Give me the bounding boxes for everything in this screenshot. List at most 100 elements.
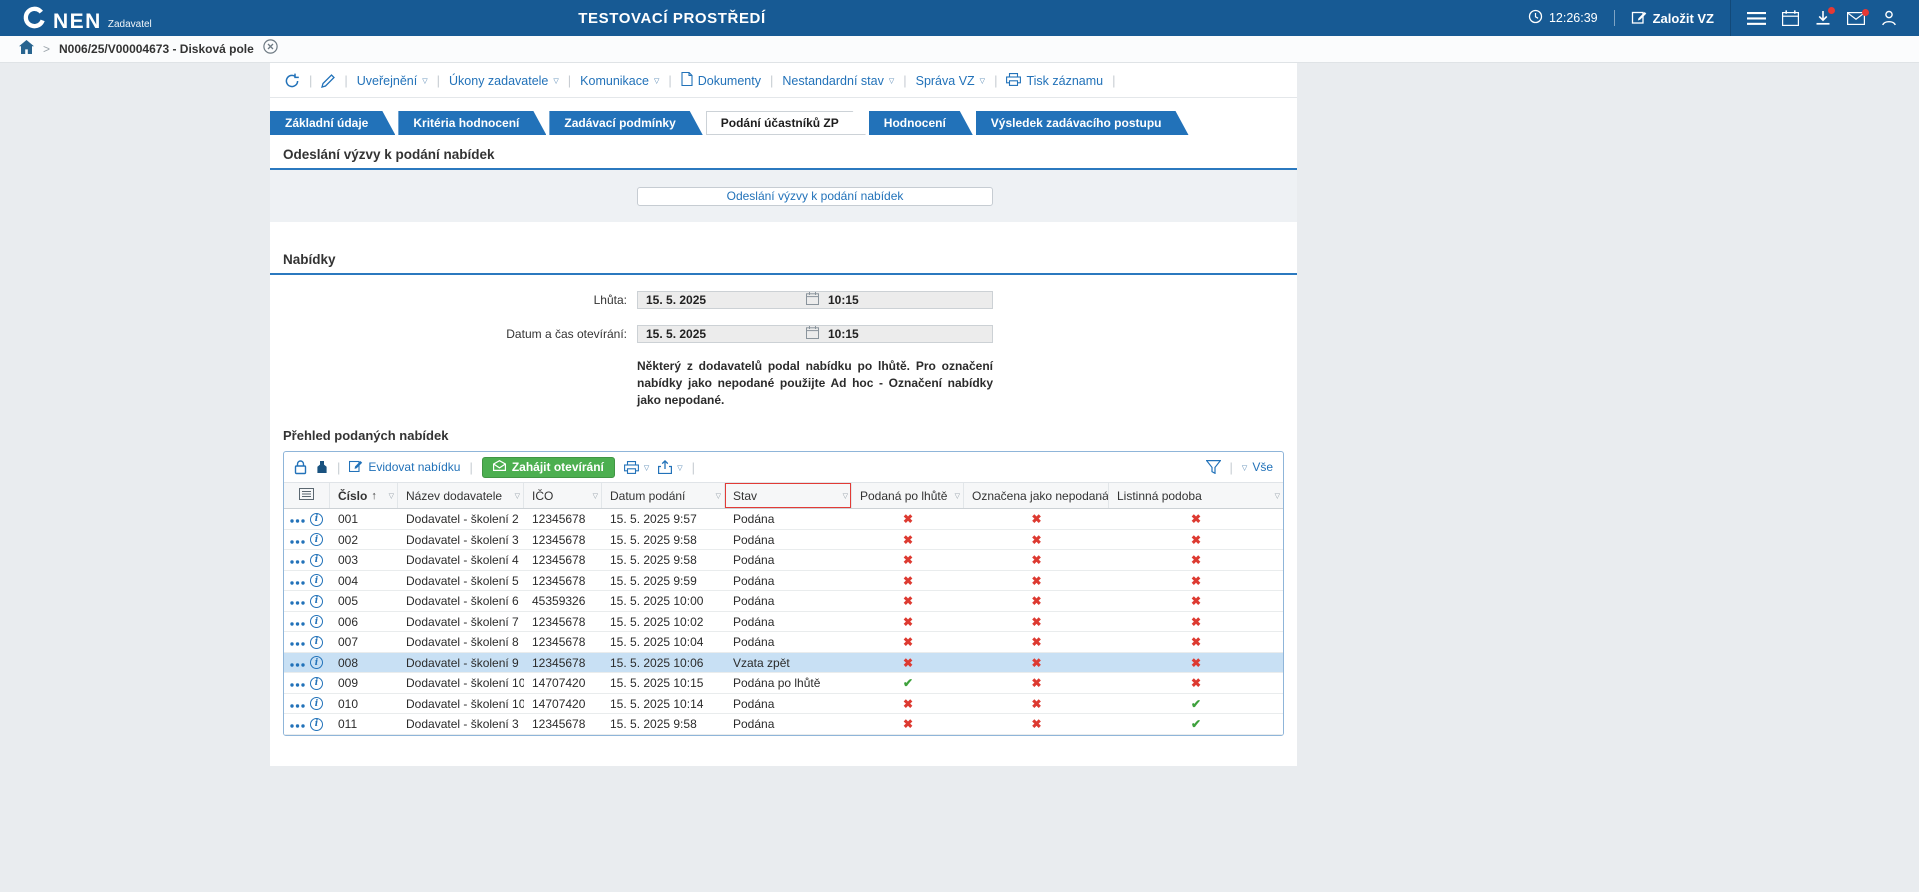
view-all-label: Vše — [1252, 460, 1273, 474]
info-icon[interactable]: i — [310, 656, 323, 669]
edit-record-button[interactable] — [321, 74, 335, 88]
filter-caret-icon[interactable]: ▽ — [716, 492, 721, 500]
tab-3[interactable]: Podání účastníků ZP — [706, 111, 866, 135]
calendar-button[interactable] — [1782, 10, 1799, 26]
info-icon[interactable]: i — [310, 615, 323, 628]
row-menu-icon[interactable] — [290, 697, 305, 711]
home-icon[interactable] — [19, 40, 34, 59]
view-all-button[interactable]: ▽Vše — [1242, 460, 1273, 474]
start-opening-button[interactable]: Zahájit otevírání — [482, 457, 615, 478]
info-icon[interactable]: i — [310, 718, 323, 731]
info-icon[interactable]: i — [310, 595, 323, 608]
separator: | — [337, 460, 340, 475]
calendar-small-icon[interactable] — [806, 292, 819, 308]
downloads-button[interactable] — [1815, 10, 1831, 26]
cell-paper-form: ✖ — [1109, 615, 1283, 629]
cell-number: 010 — [330, 697, 398, 711]
send-invitation-button[interactable]: Odeslání výzvy k podání nabídek — [637, 187, 993, 206]
info-icon[interactable]: i — [310, 533, 323, 546]
filter-caret-icon[interactable]: ▽ — [1100, 492, 1105, 500]
column-header-2[interactable]: IČO▽ — [524, 483, 602, 508]
filter-caret-icon[interactable]: ▽ — [843, 492, 848, 500]
row-menu-icon[interactable] — [290, 717, 305, 731]
ink-stamp-button[interactable] — [316, 460, 328, 474]
create-vz-button[interactable]: Založit VZ — [1631, 9, 1714, 28]
table-row[interactable]: i006Dodavatel - školení 71234567815. 5. … — [284, 612, 1283, 633]
print-table-button[interactable]: ▽ — [624, 461, 649, 474]
info-icon[interactable]: i — [310, 513, 323, 526]
table-row[interactable]: i010Dodavatel - školení 101470742015. 5.… — [284, 694, 1283, 715]
tab-1[interactable]: Kritéria hodnocení — [398, 111, 546, 135]
row-menu-icon[interactable] — [290, 574, 305, 588]
filter-caret-icon[interactable]: ▽ — [955, 492, 960, 500]
calendar-small-icon[interactable] — [806, 326, 819, 342]
column-header-3[interactable]: Datum podání▽ — [602, 483, 725, 508]
table-row[interactable]: i011Dodavatel - školení 31234567815. 5. … — [284, 714, 1283, 735]
row-menu-icon[interactable] — [290, 512, 305, 526]
lock-button[interactable] — [294, 460, 307, 475]
tab-0[interactable]: Základní údaje — [270, 111, 395, 135]
toolbar-item-3[interactable]: Dokumenty — [681, 72, 761, 89]
column-header-6[interactable]: Označena jako nepodaná▽ — [964, 483, 1109, 508]
opening-date-value[interactable]: 15. 5. 2025 — [638, 327, 806, 341]
deadline-time-value[interactable]: 10:15 — [819, 293, 859, 307]
column-header-4[interactable]: Stav ▽ — [725, 483, 852, 508]
deadline-date-value[interactable]: 15. 5. 2025 — [638, 293, 806, 307]
messages-button[interactable] — [1847, 12, 1865, 25]
tab-4[interactable]: Hodnocení — [869, 111, 973, 135]
filter-button[interactable] — [1206, 460, 1221, 474]
info-icon[interactable]: i — [310, 677, 323, 690]
opening-field[interactable]: 15. 5. 2025 10:15 — [637, 325, 993, 343]
row-menu-icon[interactable] — [290, 676, 305, 690]
breadcrumb-record[interactable]: N006/25/V00004673 - Disková pole — [59, 42, 254, 56]
cell-ico: 14707420 — [524, 697, 602, 711]
toolbar-item-0[interactable]: Uveřejnění▽ — [357, 74, 428, 88]
close-record-icon[interactable] — [263, 39, 278, 59]
table-row[interactable]: i003Dodavatel - školení 41234567815. 5. … — [284, 550, 1283, 571]
row-menu-icon[interactable] — [290, 635, 305, 649]
opening-time-value[interactable]: 10:15 — [819, 327, 859, 341]
table-row[interactable]: i007Dodavatel - školení 81234567815. 5. … — [284, 632, 1283, 653]
user-button[interactable] — [1881, 10, 1897, 26]
toolbar-item-1[interactable]: Úkony zadavatele▽ — [449, 74, 559, 88]
info-icon[interactable]: i — [310, 697, 323, 710]
table-row[interactable]: i005Dodavatel - školení 64535932615. 5. … — [284, 591, 1283, 612]
filter-caret-icon[interactable]: ▽ — [389, 492, 394, 500]
tab-5[interactable]: Výsledek zadávacího postupu — [976, 111, 1189, 135]
column-header-1[interactable]: Název dodavatele▽ — [398, 483, 524, 508]
register-bid-button[interactable]: Evidovat nabídku — [349, 459, 460, 475]
info-icon[interactable]: i — [310, 554, 323, 567]
filter-caret-icon[interactable]: ▽ — [1275, 492, 1280, 500]
row-menu-icon[interactable] — [290, 615, 305, 629]
tab-2[interactable]: Zadávací podmínky — [549, 111, 702, 135]
row-menu-icon[interactable] — [290, 656, 305, 670]
info-icon[interactable]: i — [310, 574, 323, 587]
filter-caret-icon[interactable]: ▽ — [593, 492, 598, 500]
toolbar-item-6[interactable]: Tisk záznamu — [1006, 73, 1103, 89]
filter-caret-icon[interactable]: ▽ — [515, 492, 520, 500]
deadline-field[interactable]: 15. 5. 2025 10:15 — [637, 291, 993, 309]
toolbar-item-4[interactable]: Nestandardní stav▽ — [782, 74, 894, 88]
column-header-5[interactable]: Podaná po lhůtě▽ — [852, 483, 964, 508]
table-row[interactable]: i004Dodavatel - školení 51234567815. 5. … — [284, 571, 1283, 592]
column-label: Stav — [733, 489, 757, 503]
table-row[interactable]: i008Dodavatel - školení 91234567815. 5. … — [284, 653, 1283, 674]
table-row[interactable]: i009Dodavatel - školení 101470742015. 5.… — [284, 673, 1283, 694]
separator: | — [994, 73, 997, 88]
table-row[interactable]: i002Dodavatel - školení 31234567815. 5. … — [284, 530, 1283, 551]
table-row[interactable]: i001Dodavatel - školení 21234567815. 5. … — [284, 509, 1283, 530]
row-menu-icon[interactable] — [290, 594, 305, 608]
nen-brand[interactable]: NEN Zadavatel — [0, 5, 152, 32]
toolbar-item-5[interactable]: Správa VZ▽ — [916, 74, 985, 88]
export-button[interactable]: ▽ — [658, 460, 682, 474]
column-header-7[interactable]: Listinná podoba▽ — [1109, 483, 1283, 508]
toolbar-item-2[interactable]: Komunikace▽ — [580, 74, 659, 88]
row-menu-icon[interactable] — [290, 533, 305, 547]
cell-supplier: Dodavatel - školení 10 — [398, 697, 524, 711]
row-menu-icon[interactable] — [290, 553, 305, 567]
menu-button[interactable] — [1747, 12, 1766, 25]
column-settings-header[interactable] — [284, 483, 330, 508]
info-icon[interactable]: i — [310, 636, 323, 649]
column-header-0[interactable]: Číslo↑▽ — [330, 483, 398, 508]
history-button[interactable] — [284, 73, 300, 89]
